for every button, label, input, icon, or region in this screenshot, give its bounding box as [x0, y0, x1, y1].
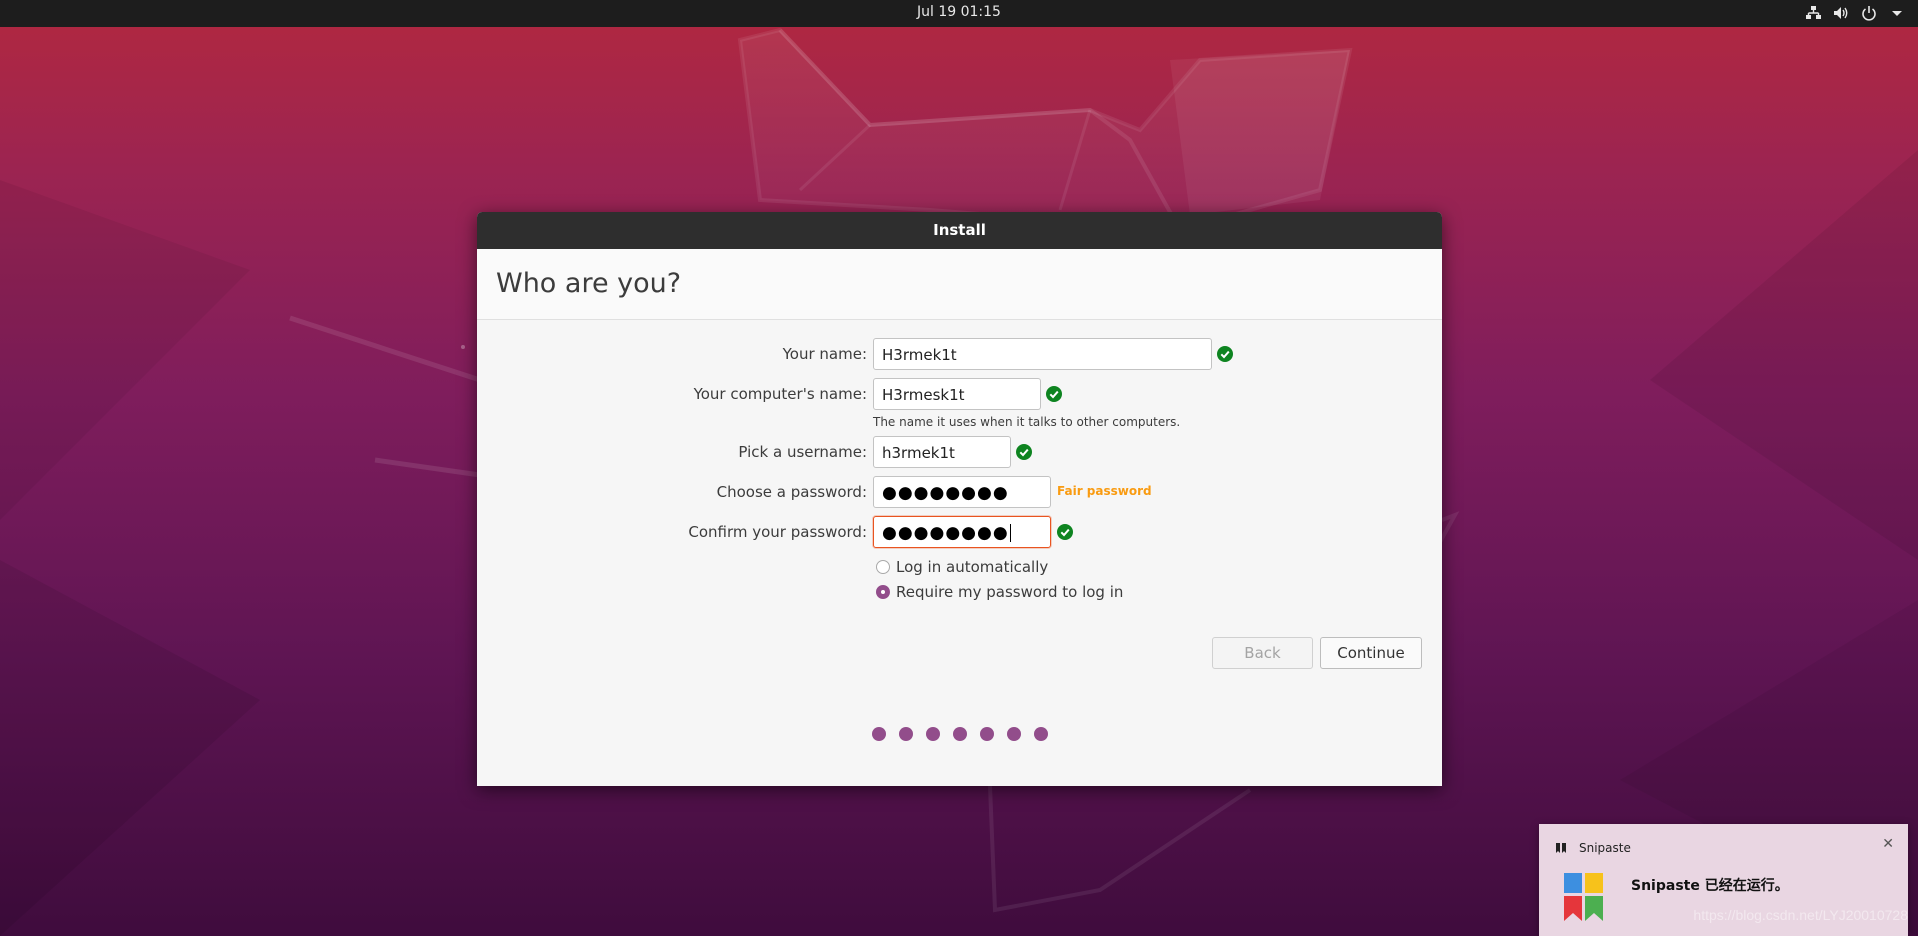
- continue-button[interactable]: Continue: [1320, 637, 1422, 669]
- login-automatically-radio[interactable]: [876, 560, 890, 574]
- username-input[interactable]: h3rmek1t: [873, 436, 1011, 468]
- login-automatically-option[interactable]: Log in automatically: [876, 558, 1048, 576]
- password-input[interactable]: ●●●●●●●●: [873, 476, 1051, 508]
- progress-dot: [952, 727, 967, 741]
- page-title: Who are you?: [496, 268, 682, 299]
- volume-icon[interactable]: [1832, 3, 1850, 23]
- username-row: Pick a username:: [477, 435, 867, 469]
- password-strength-label: Fair password: [1057, 484, 1152, 498]
- snipaste-small-icon: [1556, 843, 1566, 853]
- name-label: Your name:: [782, 345, 867, 363]
- notification-app-name: Snipaste: [1579, 841, 1631, 855]
- watermark-url: https://blog.csdn.net/LYJ20010728: [1693, 907, 1908, 923]
- confirm-password-value: ●●●●●●●●: [882, 523, 1009, 543]
- progress-dot: [898, 727, 913, 741]
- name-input[interactable]: H3rmek1t: [873, 338, 1212, 370]
- page-heading-area: Who are you?: [477, 249, 1442, 320]
- username-valid-check-icon: [1016, 444, 1032, 460]
- progress-dot: [979, 727, 994, 741]
- progress-dot: [871, 727, 886, 741]
- confirm-password-row: Confirm your password:: [477, 515, 867, 549]
- name-row: Your name:: [477, 337, 867, 371]
- power-icon[interactable]: [1860, 3, 1878, 23]
- back-button[interactable]: Back: [1212, 637, 1313, 669]
- close-icon[interactable]: ✕: [1882, 836, 1894, 852]
- require-password-option[interactable]: Require my password to log in: [876, 583, 1123, 601]
- clock[interactable]: Jul 19 01:15: [0, 4, 1918, 20]
- progress-dot: [925, 727, 940, 741]
- system-tray[interactable]: [1804, 3, 1906, 23]
- notification-message: Snipaste 已经在运行。: [1631, 878, 1789, 894]
- computer-name-label: Your computer's name:: [693, 385, 867, 403]
- progress-dot: [1006, 727, 1021, 741]
- password-label: Choose a password:: [716, 483, 867, 501]
- computer-name-valid-check-icon: [1046, 386, 1062, 402]
- computer-name-input[interactable]: H3rmesk1t: [873, 378, 1041, 410]
- login-automatically-label: Log in automatically: [896, 558, 1049, 576]
- top-panel: Jul 19 01:15: [0, 0, 1918, 27]
- username-label: Pick a username:: [738, 443, 867, 461]
- progress-dot: [1033, 727, 1048, 741]
- dropdown-arrow-icon[interactable]: [1888, 3, 1906, 23]
- network-icon[interactable]: [1804, 3, 1822, 23]
- confirm-password-valid-check-icon: [1057, 524, 1073, 540]
- text-caret: [1009, 524, 1011, 542]
- confirm-password-label: Confirm your password:: [688, 523, 867, 541]
- require-password-label: Require my password to log in: [896, 583, 1124, 601]
- name-valid-check-icon: [1217, 346, 1233, 362]
- install-progress-dots: [477, 727, 1442, 741]
- password-row: Choose a password:: [477, 475, 867, 509]
- snipaste-logo-icon: [1564, 873, 1603, 921]
- computer-name-row: Your computer's name:: [477, 377, 867, 411]
- confirm-password-input[interactable]: ●●●●●●●●: [873, 516, 1051, 548]
- dialog-title[interactable]: Install: [477, 212, 1442, 249]
- computer-name-hint: The name it uses when it talks to other …: [873, 415, 1181, 429]
- require-password-radio[interactable]: [876, 585, 890, 599]
- install-dialog: Install Who are you? Your name: H3rmek1t…: [477, 212, 1442, 786]
